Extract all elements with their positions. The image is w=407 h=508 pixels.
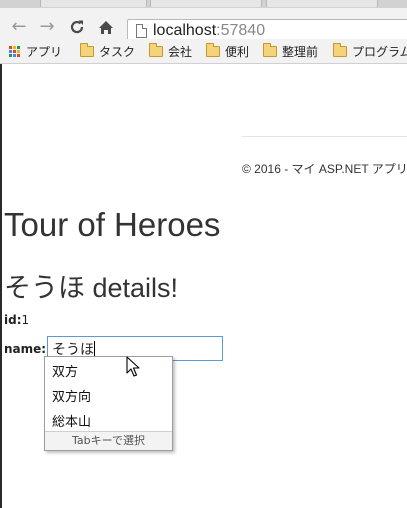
bookmarks-bar: アプリ タスク 会社 便利 整理前 プログラム	[0, 39, 407, 64]
bookmark-folder-unsorted[interactable]: 整理前	[263, 43, 318, 60]
folder-icon	[149, 43, 163, 57]
footer-copyright: © 2016 - マイ ASP.NET アプリケ	[242, 162, 407, 176]
apps-icon	[9, 45, 21, 58]
hero-details-title: そうほ details!	[4, 273, 179, 303]
address-url: localhost:57840	[153, 22, 266, 39]
folder-icon	[80, 43, 94, 57]
browser-toolbar: ← → localhost:57840	[0, 8, 407, 43]
page-icon	[136, 24, 147, 38]
hero-id-row: id:1	[4, 313, 29, 327]
bookmark-folder-program[interactable]: プログラム	[333, 43, 407, 60]
ime-candidate[interactable]: 双方向	[52, 386, 91, 405]
folder-icon	[206, 43, 220, 57]
footer-divider	[242, 136, 407, 137]
reload-icon[interactable]	[66, 16, 88, 38]
ime-candidate[interactable]: 総本山	[52, 411, 91, 430]
ime-candidate[interactable]: 双方	[52, 361, 78, 380]
name-label: name:	[4, 342, 47, 356]
forward-arrow-icon[interactable]: →	[36, 16, 58, 38]
browser-tab[interactable]	[40, 0, 147, 7]
window-edge	[0, 64, 2, 508]
browser-tab[interactable]	[266, 0, 378, 7]
folder-icon	[333, 43, 347, 57]
page-title: Tour of Heroes	[4, 206, 221, 243]
home-icon[interactable]	[95, 16, 117, 38]
bookmark-folder-company[interactable]: 会社	[149, 43, 192, 60]
browser-tab[interactable]	[150, 0, 262, 7]
ime-candidate-list: 双方 双方向 総本山 Tabキーで選択	[44, 356, 173, 451]
mouse-pointer-icon	[126, 356, 140, 377]
bookmark-apps[interactable]: アプリ	[9, 43, 62, 60]
bookmark-folder-handy[interactable]: 便利	[206, 43, 249, 60]
ime-hint: Tabキーで選択	[45, 431, 172, 450]
folder-icon	[263, 43, 277, 57]
back-arrow-icon[interactable]: ←	[8, 16, 30, 38]
text-caret	[94, 341, 95, 356]
id-label: id:	[4, 313, 22, 327]
bookmark-folder-task[interactable]: タスク	[80, 43, 135, 60]
id-value: 1	[21, 313, 30, 327]
